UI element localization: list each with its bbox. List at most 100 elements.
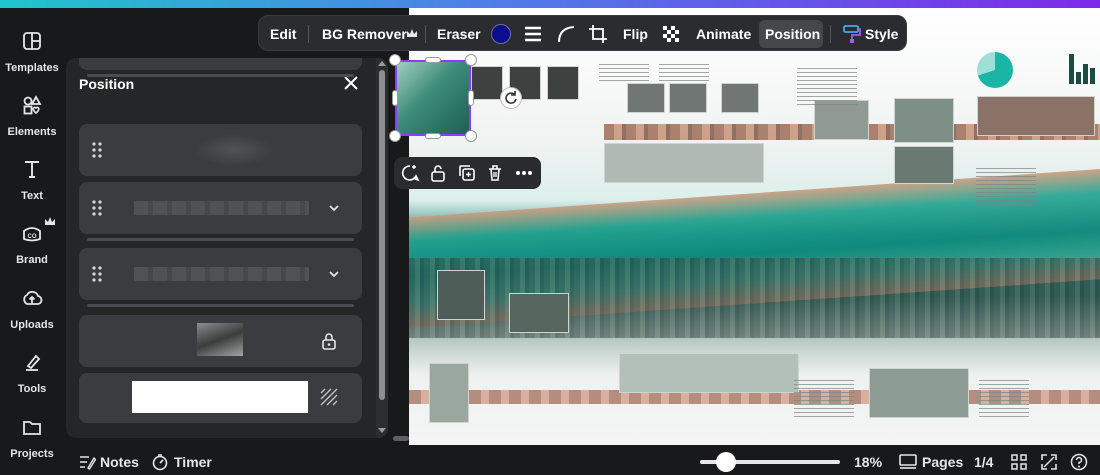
- rail-item-templates[interactable]: Templates: [0, 30, 64, 76]
- rail-label: Text: [21, 190, 43, 202]
- text-icon: [25, 161, 39, 178]
- layer-item-background[interactable]: [79, 373, 362, 423]
- horizontal-scrollbar[interactable]: [393, 436, 409, 441]
- resize-handle[interactable]: [465, 54, 477, 66]
- crop-icon[interactable]: [588, 24, 608, 44]
- resize-handle[interactable]: [389, 54, 401, 66]
- canvas-photo: [627, 83, 665, 113]
- position-panel: Position: [66, 58, 388, 438]
- duplicate-icon[interactable]: [457, 163, 477, 183]
- rail-label: Templates: [5, 62, 59, 74]
- notes-icon: [80, 456, 96, 470]
- transparency-icon[interactable]: [661, 24, 681, 44]
- canvas-photo: [547, 66, 579, 100]
- corner-rounding-icon[interactable]: [556, 24, 576, 44]
- resize-handle[interactable]: [389, 130, 401, 142]
- pie-chart-graphic: [977, 52, 1013, 88]
- page-counter: 1/4: [974, 454, 994, 470]
- rail-item-brand[interactable]: CO Brand: [0, 217, 64, 268]
- color-swatch[interactable]: [491, 24, 511, 44]
- style-button[interactable]: Style: [865, 16, 898, 52]
- tools-icon: [26, 354, 41, 371]
- pages-button[interactable]: Pages: [922, 454, 963, 470]
- lock-icon[interactable]: [321, 332, 337, 350]
- pages-icon: [899, 454, 917, 469]
- canvas-photo: [977, 96, 1095, 136]
- canvas-text-block: [797, 68, 857, 108]
- layer-stack-line: [87, 74, 354, 77]
- rail-label: Uploads: [10, 319, 54, 331]
- canvas-photo: [471, 66, 503, 100]
- rail-item-elements[interactable]: Elements: [0, 94, 64, 140]
- canvas-photo: [721, 83, 759, 113]
- layer-item[interactable]: [79, 124, 362, 176]
- uploads-icon: [23, 290, 43, 305]
- rail-item-tools[interactable]: Tools: [0, 351, 64, 397]
- rail-item-uploads[interactable]: Uploads: [0, 287, 64, 333]
- drag-handle-icon[interactable]: [91, 200, 103, 216]
- elements-icon: [23, 95, 42, 115]
- layer-item[interactable]: [79, 58, 362, 77]
- animate-button[interactable]: Animate: [696, 16, 751, 52]
- fullscreen-icon[interactable]: [1040, 453, 1058, 471]
- resize-handle[interactable]: [425, 57, 441, 63]
- layer-thumbnail: [194, 134, 274, 166]
- scroll-down-icon[interactable]: [378, 428, 386, 434]
- rotate-icon: [505, 91, 517, 104]
- edit-button[interactable]: Edit: [270, 16, 296, 52]
- resize-handle[interactable]: [425, 133, 441, 139]
- toolbar-divider: [425, 25, 426, 43]
- element-context-toolbar: [394, 157, 541, 189]
- layer-group[interactable]: [79, 248, 362, 307]
- layer-item-locked[interactable]: [79, 315, 362, 367]
- zoom-level[interactable]: 18%: [854, 454, 882, 470]
- help-icon[interactable]: [1070, 453, 1088, 471]
- chevron-down-icon[interactable]: [328, 268, 340, 280]
- panel-scrollbar[interactable]: [376, 58, 388, 438]
- canvas-text-block: [979, 380, 1029, 420]
- layer-group[interactable]: [79, 182, 362, 241]
- crown-icon: [45, 217, 55, 225]
- scroll-thumb[interactable]: [379, 70, 385, 400]
- trash-icon[interactable]: [485, 163, 505, 183]
- border-style-icon[interactable]: [523, 24, 543, 44]
- resize-handle[interactable]: [468, 90, 474, 106]
- layer-stack-line: [87, 304, 354, 307]
- templates-icon: [23, 32, 41, 50]
- canvas-photo: [429, 363, 469, 423]
- rail-item-text[interactable]: Text: [0, 158, 64, 204]
- position-button[interactable]: Position: [765, 16, 820, 52]
- bg-remover-button[interactable]: BG Remover: [322, 16, 407, 52]
- rotate-handle[interactable]: [500, 87, 522, 109]
- chevron-down-icon[interactable]: [328, 202, 340, 214]
- canvas-photo: [669, 83, 707, 113]
- more-icon[interactable]: [514, 163, 534, 183]
- left-rail: Templates Elements Text CO Brand Uploads…: [0, 8, 64, 475]
- drag-handle-icon[interactable]: [91, 266, 103, 282]
- crown-icon: [407, 29, 417, 37]
- canvas-photo: [509, 293, 569, 333]
- design-canvas[interactable]: [409, 8, 1100, 445]
- grid-view-icon[interactable]: [1010, 453, 1028, 471]
- comment-icon[interactable]: [400, 163, 420, 183]
- selected-image[interactable]: [395, 60, 471, 136]
- eraser-button[interactable]: Eraser: [437, 16, 481, 52]
- toolbar-divider: [830, 25, 831, 43]
- resize-handle[interactable]: [392, 90, 398, 106]
- zoom-slider-knob[interactable]: [716, 452, 736, 472]
- svg-text:CO: CO: [28, 234, 37, 240]
- flip-button[interactable]: Flip: [623, 16, 648, 52]
- scroll-up-icon[interactable]: [378, 60, 386, 66]
- timer-icon: [152, 454, 168, 471]
- drag-handle-icon[interactable]: [91, 142, 103, 158]
- notes-button[interactable]: Notes: [100, 454, 139, 470]
- canvas-photo: [604, 143, 764, 183]
- timer-button[interactable]: Timer: [174, 454, 212, 470]
- image-toolbar: Edit BG Remover Eraser Flip Animate Posi…: [258, 15, 907, 51]
- rail-label: Projects: [10, 448, 54, 460]
- rail-item-projects[interactable]: Projects: [0, 416, 64, 462]
- selected-image-photo: [397, 62, 469, 134]
- lock-icon[interactable]: [428, 163, 448, 183]
- resize-handle[interactable]: [465, 130, 477, 142]
- transparency-icon[interactable]: [319, 387, 339, 407]
